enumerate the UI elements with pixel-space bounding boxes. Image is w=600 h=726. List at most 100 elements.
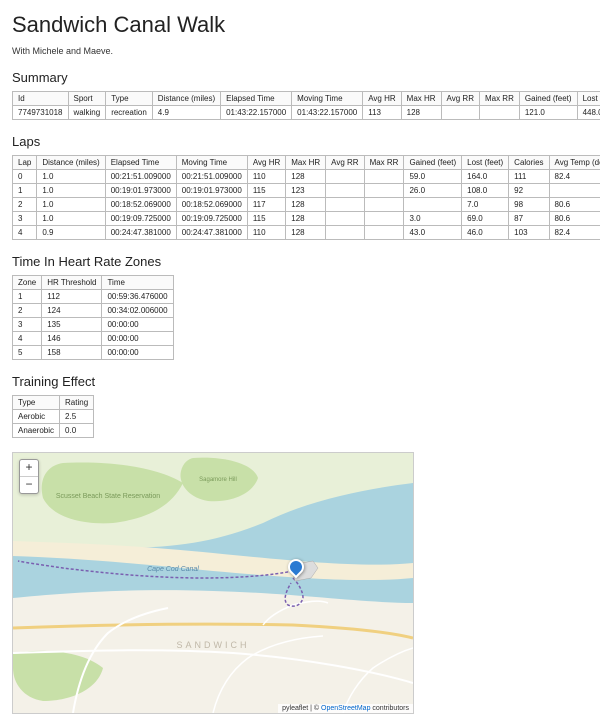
cell: 59.0: [404, 170, 462, 184]
cell: [441, 106, 479, 120]
cell: 00:19:01.973000: [176, 184, 247, 198]
cell: 3: [13, 212, 37, 226]
cell: 00:18:52.069000: [176, 198, 247, 212]
cell: 128: [286, 212, 326, 226]
cell: 103: [509, 226, 549, 240]
cell: 128: [286, 226, 326, 240]
cell: 01:43:22.157000: [292, 106, 363, 120]
cell: 128: [286, 170, 326, 184]
cell: 448.0: [577, 106, 600, 120]
cell: [326, 198, 364, 212]
cell: 112: [42, 290, 102, 304]
table-row: 31.000:19:09.72500000:19:09.725000115128…: [13, 212, 600, 226]
cell: 128: [286, 198, 326, 212]
cell: 4: [13, 226, 37, 240]
cell: 00:24:47.381000: [105, 226, 176, 240]
cell: 3: [13, 318, 42, 332]
summary-table: IdSportTypeDistance (miles)Elapsed TimeM…: [12, 91, 600, 120]
cell: [364, 198, 404, 212]
zoom-in-button[interactable]: +: [20, 460, 38, 477]
cell: 135: [42, 318, 102, 332]
cell: 00:19:01.973000: [105, 184, 176, 198]
section-summary: Summary: [12, 70, 588, 85]
laps-table: LapDistance (miles)Elapsed TimeMoving Ti…: [12, 155, 600, 240]
cell: 00:00:00: [102, 332, 173, 346]
cell: 110: [247, 170, 285, 184]
cell: 00:21:51.009000: [105, 170, 176, 184]
subtitle: With Michele and Maeve.: [12, 46, 588, 56]
cell: 00:18:52.069000: [105, 198, 176, 212]
cell: 2: [13, 198, 37, 212]
table-row: 515800:00:00: [13, 346, 174, 360]
section-hrzones: Time In Heart Rate Zones: [12, 254, 588, 269]
cell: 4.9: [152, 106, 220, 120]
cell: 121.0: [519, 106, 577, 120]
cell: Anaerobic: [13, 424, 60, 438]
cell: 128: [401, 106, 441, 120]
cell: Aerobic: [13, 410, 60, 424]
col-header: Id: [13, 92, 69, 106]
cell: 98: [509, 198, 549, 212]
col-header: Avg RR: [326, 156, 364, 170]
col-header: Lap: [13, 156, 37, 170]
cell: 113: [363, 106, 401, 120]
cell: 164.0: [462, 170, 509, 184]
cell: 123: [286, 184, 326, 198]
map-tiles: Scusset Beach State Reservation Sagamore…: [13, 453, 413, 713]
cell: [326, 170, 364, 184]
cell: 0.9: [37, 226, 105, 240]
col-header: Zone: [13, 276, 42, 290]
col-header: Max RR: [479, 92, 519, 106]
cell: [364, 212, 404, 226]
table-row: Anaerobic0.0: [13, 424, 94, 438]
cell: 00:21:51.009000: [176, 170, 247, 184]
cell: 80.6: [549, 198, 600, 212]
cell: 0: [13, 170, 37, 184]
col-header: Elapsed Time: [221, 92, 292, 106]
svg-text:Cape Cod Canal: Cape Cod Canal: [147, 566, 199, 573]
cell: [479, 106, 519, 120]
cell: 01:43:22.157000: [221, 106, 292, 120]
cell: 1: [13, 184, 37, 198]
cell: 2.5: [60, 410, 94, 424]
zoom-out-button[interactable]: −: [20, 477, 38, 493]
cell: 00:34:02.006000: [102, 304, 173, 318]
page-title: Sandwich Canal Walk: [12, 12, 588, 38]
table-row: 21.000:18:52.06900000:18:52.069000117128…: [13, 198, 600, 212]
col-header: HR Threshold: [42, 276, 102, 290]
cell: 158: [42, 346, 102, 360]
cell: [364, 226, 404, 240]
col-header: Avg RR: [441, 92, 479, 106]
cell: 1: [13, 290, 42, 304]
cell: walking: [68, 106, 106, 120]
cell: 111: [509, 170, 549, 184]
cell: 146: [42, 332, 102, 346]
col-header: Type: [13, 396, 60, 410]
osm-link[interactable]: OpenStreetMap: [321, 705, 370, 712]
cell: 69.0: [462, 212, 509, 226]
zoom-control: + −: [19, 459, 39, 494]
col-header: Rating: [60, 396, 94, 410]
cell: 00:00:00: [102, 346, 173, 360]
table-row: 40.900:24:47.38100000:24:47.381000110128…: [13, 226, 600, 240]
map-container[interactable]: Scusset Beach State Reservation Sagamore…: [12, 452, 414, 714]
te-table: TypeRating Aerobic2.5Anaerobic0.0: [12, 395, 94, 438]
cell: 1.0: [37, 198, 105, 212]
cell: [326, 184, 364, 198]
cell: 115: [247, 184, 285, 198]
cell: 7.0: [462, 198, 509, 212]
cell: 00:59:36.476000: [102, 290, 173, 304]
cell: 5: [13, 346, 42, 360]
col-header: Type: [106, 92, 153, 106]
table-row: 11.000:19:01.97300000:19:01.973000115123…: [13, 184, 600, 198]
cell: [364, 170, 404, 184]
cell: recreation: [106, 106, 153, 120]
cell: 1.0: [37, 212, 105, 226]
table-row: 313500:00:00: [13, 318, 174, 332]
table-row: 01.000:21:51.00900000:21:51.009000110128…: [13, 170, 600, 184]
table-row: 111200:59:36.476000: [13, 290, 174, 304]
map-attribution: pyleaflet | © OpenStreetMap contributors: [278, 704, 413, 713]
col-header: Gained (feet): [519, 92, 577, 106]
table-row: 212400:34:02.006000: [13, 304, 174, 318]
col-header: Moving Time: [292, 92, 363, 106]
